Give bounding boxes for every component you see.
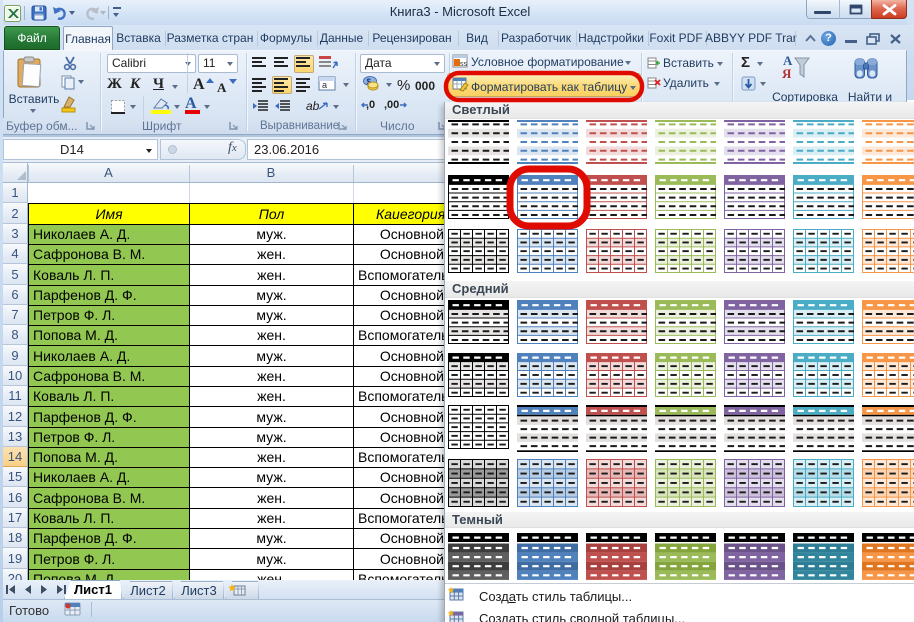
svg-text:ab: ab (306, 99, 320, 113)
svg-text:ss: ss (460, 61, 468, 68)
svg-text:a: a (322, 80, 327, 90)
